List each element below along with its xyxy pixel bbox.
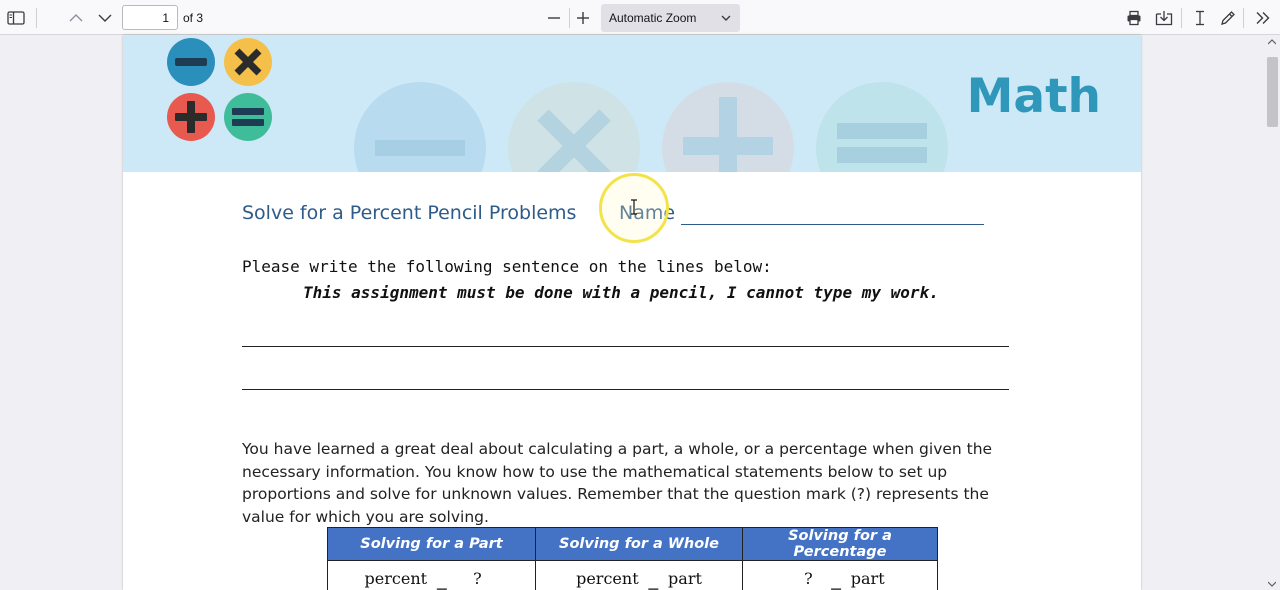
proportion-table: Solving for a Part Solving for a Whole S… [327,527,938,590]
draw-tool-button[interactable] [1215,5,1241,31]
sidebar-toggle-icon [7,11,25,25]
draw-pen-icon [1221,11,1235,25]
toolbar-separator [1181,8,1182,28]
writing-line [242,346,1009,347]
fraction-numerator: percent [363,569,430,590]
text-tool-button[interactable] [1187,5,1213,31]
fraction-numerator: percent [574,569,641,590]
faded-minus-icon [354,82,486,172]
previous-page-icon [69,14,83,22]
zoom-in-icon [577,12,589,24]
save-download-icon [1155,11,1173,26]
plus-icon [167,93,215,141]
save-button[interactable] [1151,5,1177,31]
math-banner: Math [123,35,1141,172]
zoom-select[interactable]: Automatic Zoom [601,4,740,32]
table-header: Solving for a Part [327,527,536,561]
print-icon [1127,10,1141,26]
vertical-scrollbar[interactable] [1264,35,1280,590]
pdf-page[interactable]: Math Solve for a Percent Pencil Problems… [123,35,1141,590]
faded-equals-icon [816,82,948,172]
copy-sentence: This assignment must be done with a penc… [303,283,939,302]
instruction-text: Please write the following sentence on t… [242,257,772,276]
banner-title: Math [966,69,1101,124]
page-count-label: of 3 [183,11,204,25]
table-cell: ?=part [742,560,938,590]
scroll-up-icon[interactable] [1268,39,1276,45]
print-button[interactable] [1121,5,1147,31]
text-cursor-icon [1196,10,1204,26]
more-tools-icon [1256,12,1270,24]
equals-icon [224,93,272,141]
worksheet-title: Solve for a Percent Pencil Problems [242,202,577,224]
text-cursor-icon [631,199,637,215]
zoom-out-icon [548,17,560,19]
fraction-numerator: part [666,569,704,590]
name-blank-line [681,224,984,225]
writing-line [242,389,1009,390]
more-tools-button[interactable] [1250,5,1276,31]
fraction-numerator: part [849,569,887,590]
toolbar-separator [1243,8,1244,28]
pdf-toolbar: of 3 Automatic Zoom [0,0,1280,35]
faded-plus-icon [662,82,794,172]
table-cell: percent=part [535,560,743,590]
table-header: Solving for a Whole [535,527,743,561]
chevron-down-icon [721,15,731,21]
sidebar-toggle-button[interactable] [3,5,29,31]
fraction-numerator: ? [793,569,823,590]
intro-paragraph: You have learned a great deal about calc… [242,440,993,526]
previous-page-button[interactable] [63,5,89,31]
toolbar-separator [36,8,37,28]
scroll-thumb[interactable] [1267,57,1278,127]
table-header: Solving for a Percentage [742,527,938,561]
document-viewer[interactable]: Math Solve for a Percent Pencil Problems… [0,35,1280,590]
zoom-in-button[interactable] [570,5,596,31]
fraction-numerator: ? [454,569,500,590]
minus-icon [167,38,215,86]
table-cell: percent=? [327,560,536,590]
faded-times-icon [508,82,640,172]
next-page-icon [98,14,112,22]
times-icon [224,38,272,86]
zoom-out-button[interactable] [541,5,567,31]
page-number-input[interactable] [122,5,178,30]
zoom-select-value: Automatic Zoom [609,11,697,25]
next-page-button[interactable] [92,5,118,31]
scroll-down-icon[interactable] [1268,581,1276,587]
